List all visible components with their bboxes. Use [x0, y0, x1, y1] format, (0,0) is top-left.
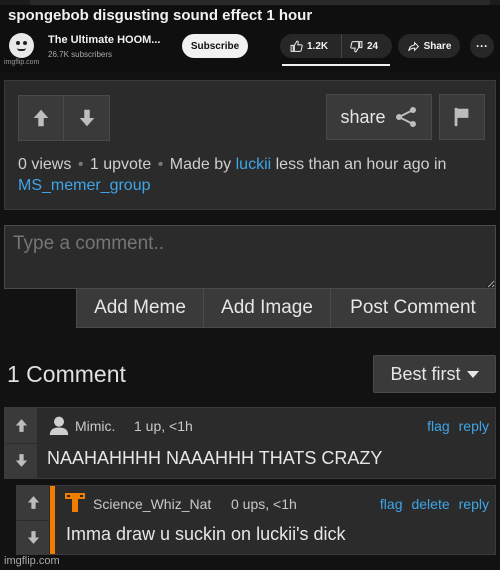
comment: Mimic. 1 up, <1h flag reply NAAHAHHHH NA… [4, 407, 496, 479]
up-arrow-icon [27, 496, 39, 510]
dislike-count: 24 [367, 40, 379, 52]
view-count: 0 views [18, 156, 72, 173]
channel-avatar [9, 33, 34, 58]
reply-indicator-stripe [50, 486, 55, 554]
thumbs-down-icon [350, 40, 363, 52]
comment-downvote-button[interactable] [5, 443, 37, 478]
youtube-screenshot: spongebob disgusting sound effect 1 hour… [0, 0, 500, 72]
post-info-panel: share 0 views • 1 upvote • Made by lucki… [4, 80, 496, 210]
post-vote-buttons [18, 95, 110, 141]
comment-text: NAAHAHHHH NAAAHHH THATS CRAZY [47, 448, 383, 468]
share-button[interactable]: share [326, 94, 432, 140]
separator: • [157, 156, 164, 173]
add-meme-button[interactable]: Add Meme [76, 288, 204, 328]
upvote-button[interactable] [18, 95, 64, 141]
up-arrow-icon [33, 109, 49, 127]
share-arrow-icon [407, 41, 419, 51]
time-text: less than an hour ago in [275, 156, 447, 173]
made-by-label: Made by [169, 156, 232, 173]
up-arrow-icon [15, 418, 27, 432]
comment-text: Imma draw u suckin on luckii's dick [66, 524, 346, 544]
flag-link[interactable]: flag [427, 418, 450, 434]
video-frame [30, 0, 490, 5]
comment-points: 0 ups, <1h [231, 496, 297, 512]
stream-link[interactable]: MS_memer_group [18, 177, 151, 194]
share-icon [395, 107, 416, 127]
like-button: 1.2K [280, 34, 342, 58]
user-avatar-icon [49, 416, 69, 435]
video-thumbnail-strip [0, 0, 500, 5]
comment-actions: Add Meme Add Image Post Comment [76, 288, 496, 328]
comment-links: flag delete reply [380, 496, 489, 512]
separator: • [77, 156, 84, 173]
channel-name: The Ultimate HOOM... [48, 34, 161, 46]
more-options-icon: ··· [470, 34, 494, 58]
down-arrow-icon [79, 109, 94, 127]
comment-points: 1 up, <1h [134, 418, 193, 434]
thumbs-up-icon [290, 40, 303, 52]
comment-links: flag reply [427, 418, 489, 434]
image-watermark: imgflip.com [4, 59, 40, 66]
sort-label: Best first [390, 363, 461, 384]
comment-vote-buttons [17, 486, 49, 554]
flag-button[interactable] [439, 94, 485, 140]
chevron-down-icon [466, 370, 479, 378]
upvote-count: 1 upvote [89, 156, 152, 173]
down-arrow-icon [27, 530, 39, 544]
subscribe-button: Subscribe [182, 34, 248, 58]
comment-username[interactable]: Mimic. [75, 418, 115, 434]
comment-input[interactable] [4, 225, 496, 289]
post-meta: 0 views • 1 upvote • Made by luckii less… [18, 154, 488, 196]
reply-link[interactable]: reply [459, 496, 489, 512]
share-label: share [340, 106, 386, 127]
like-dislike-group: 1.2K 24 [280, 34, 392, 58]
reply-link[interactable]: reply [459, 418, 489, 434]
subscriber-count: 26.7K subscribers [48, 50, 113, 59]
down-arrow-icon [15, 454, 27, 468]
youtube-share-button: Share [398, 34, 460, 58]
delete-link[interactable]: delete [411, 496, 449, 512]
author-link[interactable]: luckii [236, 156, 272, 173]
flag-link[interactable]: flag [380, 496, 403, 512]
imgflip-watermark: imgflip.com [4, 555, 60, 567]
sort-dropdown[interactable]: Best first [373, 355, 496, 393]
dislike-button: 24 [342, 34, 378, 58]
downvote-button[interactable] [64, 95, 110, 141]
comment-count: 1 Comment [7, 361, 126, 387]
comment-reply: Science_Whiz_Nat 0 ups, <1h flag delete … [16, 485, 496, 555]
flag-icon [454, 107, 469, 127]
add-image-button[interactable]: Add Image [203, 288, 331, 328]
comment-vote-buttons [5, 408, 37, 478]
comment-upvote-button[interactable] [17, 486, 49, 521]
like-underline [282, 64, 390, 66]
user-avatar-icon [63, 490, 87, 514]
like-count: 1.2K [307, 40, 329, 52]
post-comment-button[interactable]: Post Comment [330, 288, 496, 328]
comment-downvote-button[interactable] [17, 520, 49, 554]
video-title: spongebob disgusting sound effect 1 hour [8, 7, 313, 24]
comment-upvote-button[interactable] [5, 408, 37, 444]
comment-username[interactable]: Science_Whiz_Nat [93, 496, 211, 512]
